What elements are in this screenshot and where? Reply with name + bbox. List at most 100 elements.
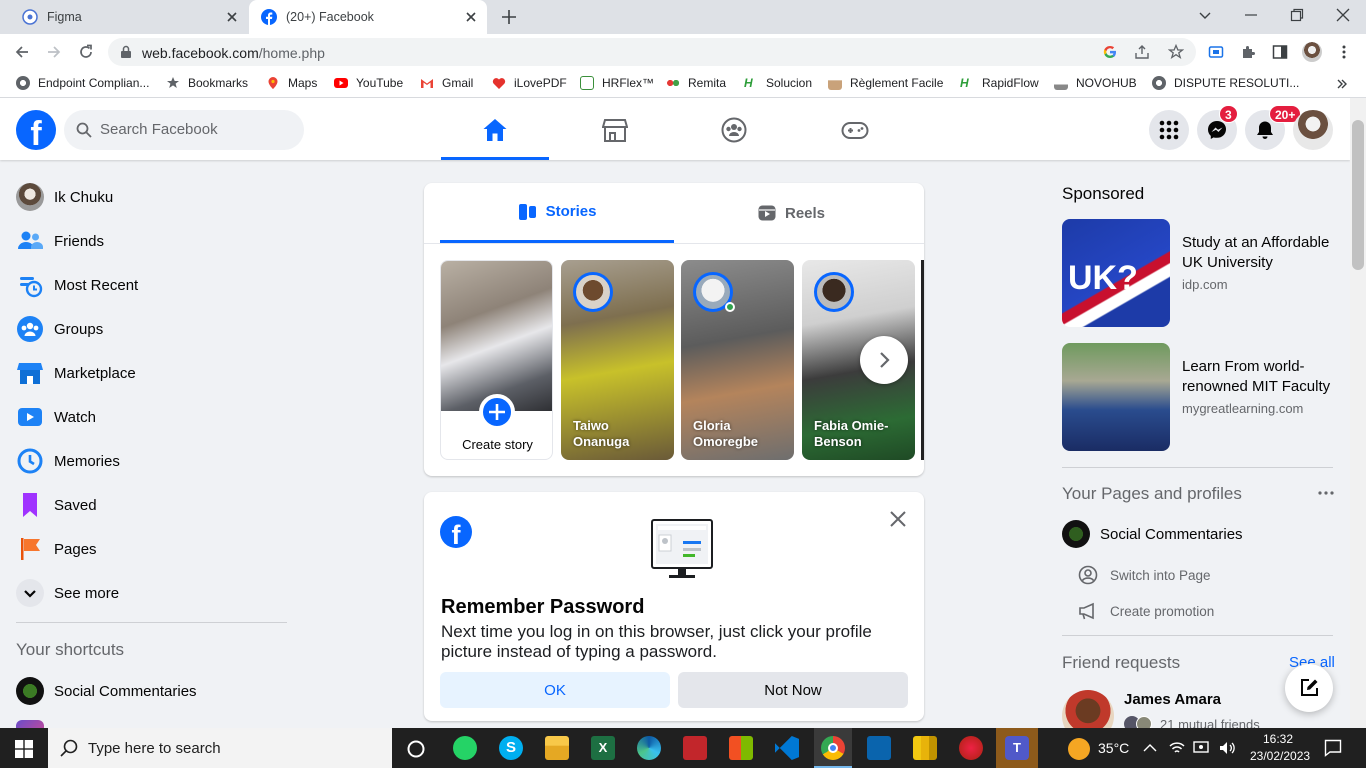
edge-icon[interactable] (637, 736, 661, 760)
chrome-taskbar-active[interactable] (814, 728, 852, 768)
close-tab-icon[interactable] (463, 9, 479, 25)
story-card[interactable]: Gloria Omoregbe (681, 260, 794, 460)
excel-icon[interactable]: X (591, 736, 615, 760)
bookmark-gmail[interactable]: Gmail (420, 76, 473, 90)
whatsapp-icon[interactable] (453, 736, 477, 760)
ok-button[interactable]: OK (440, 672, 670, 708)
sidebar-item-pages[interactable]: Pages (16, 527, 97, 571)
tab-marketplace[interactable] (561, 98, 669, 160)
tab-search-icon[interactable] (1198, 8, 1212, 22)
power-bi-icon[interactable] (913, 736, 937, 760)
bookmark-star-icon[interactable] (1168, 44, 1184, 60)
create-promotion-button[interactable]: Create promotion (1078, 601, 1214, 621)
store-icon[interactable] (729, 736, 753, 760)
extensions-icon[interactable] (1240, 44, 1256, 60)
not-now-button[interactable]: Not Now (678, 672, 908, 708)
google-icon[interactable] (1102, 44, 1118, 60)
story-card[interactable]: Taiwo Onanuga (561, 260, 674, 460)
sidebar-item-groups[interactable]: Groups (16, 307, 103, 351)
skype-icon[interactable]: S (499, 736, 523, 760)
new-message-button[interactable] (1285, 664, 1333, 712)
sidebar-item-marketplace[interactable]: Marketplace (16, 351, 136, 395)
ad-item[interactable]: UK? Study at an Affordable UK University… (1062, 219, 1334, 327)
plus-icon[interactable] (479, 394, 515, 430)
ad-item[interactable]: Learn From world-renowned MIT Faculty myg… (1062, 343, 1334, 451)
volume-icon[interactable] (1218, 740, 1236, 756)
chevron-up-icon[interactable] (1143, 742, 1157, 754)
bookmark-rapidflow[interactable]: H RapidFlow (960, 76, 1039, 90)
cast-icon[interactable] (1208, 44, 1224, 60)
vscode-icon[interactable] (775, 736, 799, 760)
bookmark-reglement[interactable]: Règlement Facile (828, 76, 943, 90)
tab-gaming[interactable] (800, 98, 908, 160)
tab-stories[interactable]: Stories (440, 183, 674, 243)
weather-sun-icon[interactable] (1068, 738, 1090, 760)
back-icon[interactable] (14, 44, 30, 60)
search-input[interactable]: Search Facebook (64, 110, 304, 150)
bookmark-endpoint[interactable]: Endpoint Complian... (16, 76, 149, 90)
request-avatar[interactable] (1062, 690, 1114, 728)
request-name[interactable]: James Amara (1124, 691, 1221, 708)
windows-start-icon[interactable] (15, 740, 33, 758)
wifi-icon[interactable] (1168, 740, 1186, 756)
side-panel-icon[interactable] (1272, 44, 1288, 60)
bookmark-solucion[interactable]: H Solucion (744, 76, 812, 90)
more-bookmarks-icon[interactable] (1336, 78, 1348, 90)
bookmark-ilovepdf[interactable]: iLovePDF (492, 76, 567, 90)
tab-reels[interactable]: Reels (674, 183, 908, 243)
switch-into-page-button[interactable]: Switch into Page (1078, 565, 1211, 585)
mail-icon[interactable] (867, 736, 891, 760)
notifications-center-icon[interactable] (1324, 739, 1342, 757)
tab-groups[interactable] (680, 98, 788, 160)
sidebar-item-saved[interactable]: Saved (16, 483, 97, 527)
chrome-profile-avatar[interactable] (1302, 42, 1322, 62)
shortcut-social-commentaries[interactable]: Social Commentaries (16, 669, 197, 713)
more-options-icon[interactable] (1318, 490, 1334, 496)
display-icon[interactable] (1192, 740, 1210, 756)
close-tab-icon[interactable] (224, 9, 240, 25)
tab-home[interactable] (441, 98, 549, 160)
file-explorer-icon[interactable] (545, 736, 569, 760)
tab-figma[interactable]: Figma (0, 0, 248, 34)
bookmark-novohub[interactable]: NOVOHUB (1054, 76, 1137, 90)
messenger-button[interactable]: 3 (1197, 105, 1238, 150)
sidebar-item-memories[interactable]: Memories (16, 439, 120, 483)
next-stories-button[interactable] (860, 336, 908, 384)
teams-taskbar[interactable]: T (996, 728, 1038, 768)
page-social-commentaries[interactable]: Social Commentaries (1062, 520, 1243, 548)
bookmark-bookmarks[interactable]: Bookmarks (166, 76, 248, 90)
page-scrollbar[interactable] (1350, 98, 1366, 728)
create-story-card[interactable]: Create story (440, 260, 553, 460)
app-icon[interactable] (959, 736, 983, 760)
sidebar-item-most-recent[interactable]: Most Recent (16, 263, 138, 307)
restore-icon[interactable] (1290, 8, 1304, 22)
task-view-icon[interactable] (406, 739, 426, 759)
bookmark-dispute[interactable]: DISPUTE RESOLUTI... (1152, 76, 1299, 90)
close-icon[interactable] (888, 509, 908, 529)
omnibox[interactable]: web.facebook.com/home.php (108, 38, 1196, 66)
chrome-menu-icon[interactable] (1336, 44, 1352, 60)
clock[interactable]: 16:32 23/02/2023 (1250, 731, 1310, 765)
url-text[interactable]: web.facebook.com/home.php (142, 45, 325, 61)
forward-icon[interactable] (46, 44, 62, 60)
reload-icon[interactable] (78, 44, 94, 60)
sidebar-see-more[interactable]: See more (16, 571, 119, 615)
account-avatar[interactable] (1293, 110, 1333, 150)
facebook-logo[interactable]: f (16, 110, 56, 150)
scrollbar-thumb[interactable] (1352, 120, 1364, 270)
lock-icon[interactable] (120, 45, 132, 59)
sidebar-item-profile[interactable]: Ik Chuku (16, 175, 113, 219)
shortcut-avatar[interactable] (16, 720, 44, 728)
camera-app-icon[interactable] (683, 736, 707, 760)
bookmark-remita[interactable]: Remita (666, 76, 726, 90)
taskbar-search-input[interactable]: Type here to search (48, 728, 392, 768)
sidebar-item-watch[interactable]: Watch (16, 395, 96, 439)
bookmark-youtube[interactable]: YouTube (334, 76, 403, 90)
menu-button[interactable] (1149, 110, 1189, 150)
notifications-button[interactable]: 20+ (1245, 105, 1302, 150)
minimize-icon[interactable] (1244, 8, 1258, 22)
bookmark-maps[interactable]: Maps (266, 76, 317, 90)
new-tab-icon[interactable] (500, 8, 518, 26)
bookmark-hrflex[interactable]: HRFlex™ (580, 76, 654, 90)
close-window-icon[interactable] (1336, 8, 1350, 22)
